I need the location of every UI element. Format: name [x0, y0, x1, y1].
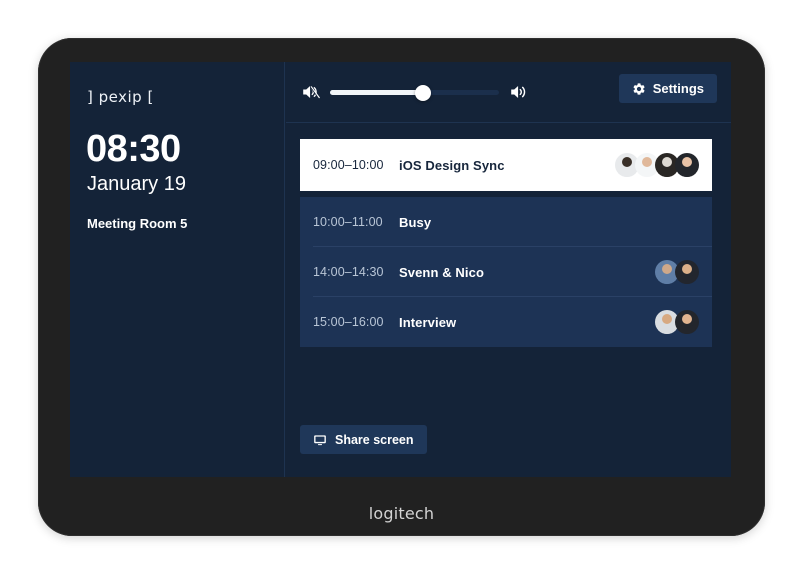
participant-avatars — [655, 310, 699, 334]
clock-time: 08:30 — [86, 128, 181, 170]
participant-avatars — [655, 260, 699, 284]
tap-scheduler-screen: ] pexip [ 08:30 January 19 Meeting Room … — [70, 62, 731, 477]
meeting-row[interactable]: 14:00–14:30 Svenn & Nico — [300, 247, 712, 297]
logitech-brand-logo: logitech — [368, 504, 435, 523]
meeting-time: 10:00–11:00 — [313, 215, 383, 229]
meeting-title: Svenn & Nico — [399, 264, 484, 280]
toolbar: Settings — [286, 62, 731, 123]
sidebar: ] pexip [ 08:30 January 19 Meeting Room … — [70, 62, 285, 477]
share-screen-button[interactable]: Share screen — [300, 425, 427, 454]
participant-avatars — [615, 153, 699, 177]
avatar — [675, 260, 699, 284]
speaker-volume-up-icon[interactable] — [508, 81, 530, 103]
meeting-time: 15:00–16:00 — [313, 315, 384, 329]
volume-slider-fill — [330, 90, 423, 95]
speaker-mute-icon[interactable] — [300, 81, 322, 103]
settings-button[interactable]: Settings — [618, 74, 717, 103]
meeting-title: Interview — [399, 314, 457, 330]
meeting-row[interactable]: 10:00–11:00 Busy — [300, 197, 712, 247]
main-panel: Settings 09:00–10:00 iOS Design Sync 10:00… — [286, 62, 731, 477]
meeting-list: 09:00–10:00 iOS Design Sync 10:00–11:00 Bus… — [300, 139, 712, 347]
device-frame: ] pexip [ 08:30 January 19 Meeting Room … — [38, 38, 765, 536]
settings-button-label: Settings — [652, 81, 704, 96]
avatar — [675, 310, 699, 334]
pexip-logo: ] pexip [ — [87, 88, 154, 106]
room-name: Meeting Room 5 — [87, 216, 188, 231]
meeting-time: 09:00–10:00 — [313, 158, 384, 172]
meeting-row[interactable]: 15:00–16:00 Interview — [300, 297, 712, 347]
meeting-time: 14:00–14:30 — [313, 265, 384, 279]
gear-icon — [632, 82, 646, 96]
monitor-icon — [313, 433, 327, 447]
volume-slider[interactable] — [330, 84, 499, 101]
meeting-title: Busy — [399, 214, 432, 230]
volume-slider-thumb[interactable] — [414, 84, 431, 101]
meeting-title: iOS Design Sync — [399, 157, 505, 173]
clock-date: January 19 — [87, 173, 186, 195]
share-screen-label: Share screen — [335, 432, 414, 447]
avatar — [675, 153, 699, 177]
meeting-row[interactable]: 09:00–10:00 iOS Design Sync — [300, 139, 712, 191]
